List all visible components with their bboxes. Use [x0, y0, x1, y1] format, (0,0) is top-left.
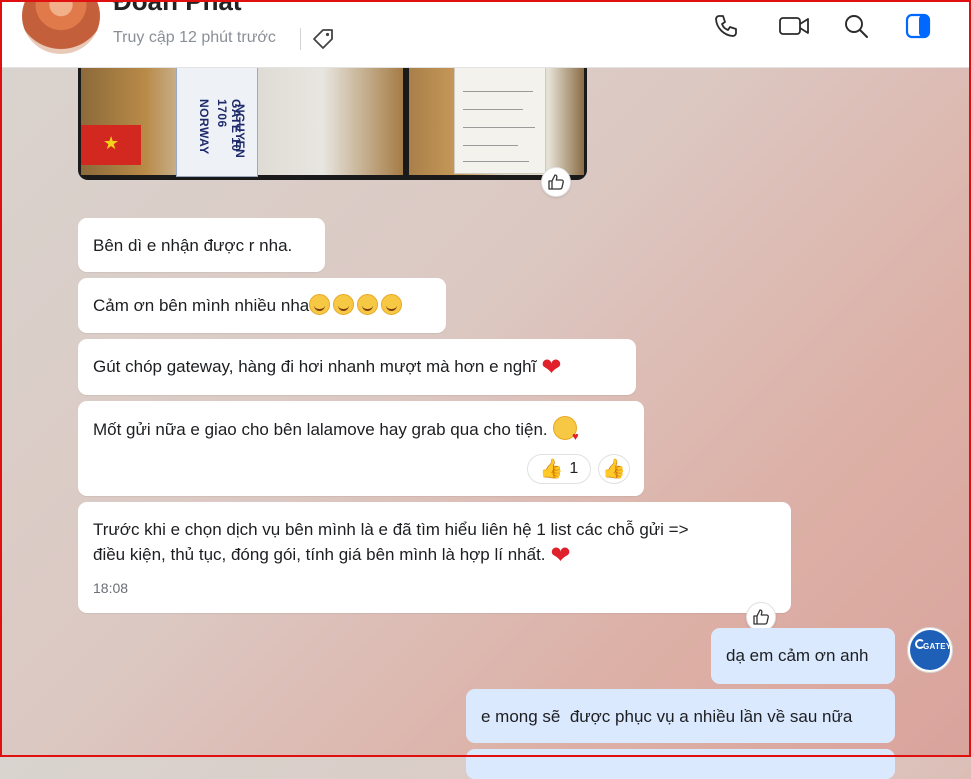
red-heart-emoji-icon: ❤ — [550, 542, 571, 569]
message-text-line-2: điều kiện, thủ tục, đóng gói, tính giá b… — [93, 545, 546, 564]
avatar-brand-text: GATEY — [923, 642, 952, 651]
incoming-message[interactable]: Gút chóp gateway, hàng đi hơi nhanh mượt… — [78, 339, 636, 395]
message-text: Mốt gửi nữa e giao cho bên lalamove hay … — [93, 420, 548, 439]
message-text: e mong sẽ được phục vụ a nhiều lần về sa… — [481, 707, 853, 726]
image-message[interactable]: ★ NGUYEN GATE 10 1706 NORWAY — [78, 55, 587, 180]
thumbs-up-icon — [753, 609, 769, 625]
sender-avatar[interactable]: GATEY — [907, 627, 953, 673]
thumbs-up-icon: 👍 — [539, 459, 564, 480]
shipping-label: NGUYEN GATE 10 1706 NORWAY — [176, 63, 258, 177]
header-divider — [300, 28, 301, 50]
message-timestamp: 18:08 — [93, 580, 129, 596]
tag-icon[interactable] — [310, 26, 336, 52]
message-text-line-1: Trước khi e chọn dịch vụ bên mình là e đ… — [93, 520, 689, 539]
contact-name[interactable]: Đoàn Phát — [113, 0, 242, 17]
message-text: dạ em cảm ơn anh — [726, 646, 869, 665]
incoming-message[interactable]: Cảm ơn bên mình nhiều nha — [78, 278, 446, 333]
contact-avatar[interactable] — [22, 0, 100, 54]
chat-header: Đoàn Phát Truy cập 12 phút trước — [0, 0, 971, 68]
reaction-count: 1 — [569, 460, 579, 477]
smiling-hearts-emoji-icon — [333, 294, 355, 315]
phone-icon[interactable] — [710, 10, 742, 42]
smiling-hearts-emoji-icon — [357, 294, 379, 315]
face-blowing-kiss-emoji-icon — [552, 416, 579, 450]
like-reaction-button[interactable]: 👍 — [598, 454, 630, 484]
last-seen-status: Truy cập 12 phút trước — [113, 29, 276, 46]
like-reaction-button[interactable] — [541, 167, 571, 197]
message-text: Cảm ơn bên mình nhiều nha — [93, 296, 310, 315]
outgoing-message[interactable]: e mong sẽ được phục vụ a nhiều lần về sa… — [466, 689, 895, 743]
outgoing-message[interactable]: dạ em cảm ơn anh — [711, 628, 895, 684]
flag-star-icon: ★ — [103, 133, 120, 153]
incoming-message[interactable]: Trước khi e chọn dịch vụ bên mình là e đ… — [78, 502, 791, 613]
panel-toggle-icon[interactable] — [902, 10, 934, 42]
package-photo-2[interactable] — [409, 55, 584, 175]
reaction-summary[interactable]: 👍 1 — [527, 454, 591, 484]
thumbs-up-icon — [548, 174, 564, 190]
label-line-2: GATE 10 1706 — [215, 99, 243, 152]
message-text: Bên dì e nhận được r nha. — [93, 236, 293, 255]
search-icon[interactable] — [840, 10, 872, 42]
document-paper — [454, 60, 546, 174]
outgoing-message-partial[interactable] — [466, 749, 895, 779]
smiling-hearts-emoji-icon — [381, 294, 403, 315]
video-call-icon[interactable] — [776, 10, 812, 42]
message-text: Gút chóp gateway, hàng đi hơi nhanh mượt… — [93, 357, 537, 376]
package-photo-1[interactable]: ★ NGUYEN GATE 10 1706 NORWAY — [81, 55, 403, 177]
thumbs-up-icon: 👍 — [602, 459, 626, 480]
label-line-3: NORWAY — [197, 99, 211, 155]
incoming-message[interactable]: Bên dì e nhận được r nha. — [78, 218, 325, 272]
smiling-hearts-emoji-icon — [309, 294, 331, 315]
red-heart-emoji-icon: ❤ — [541, 354, 562, 381]
